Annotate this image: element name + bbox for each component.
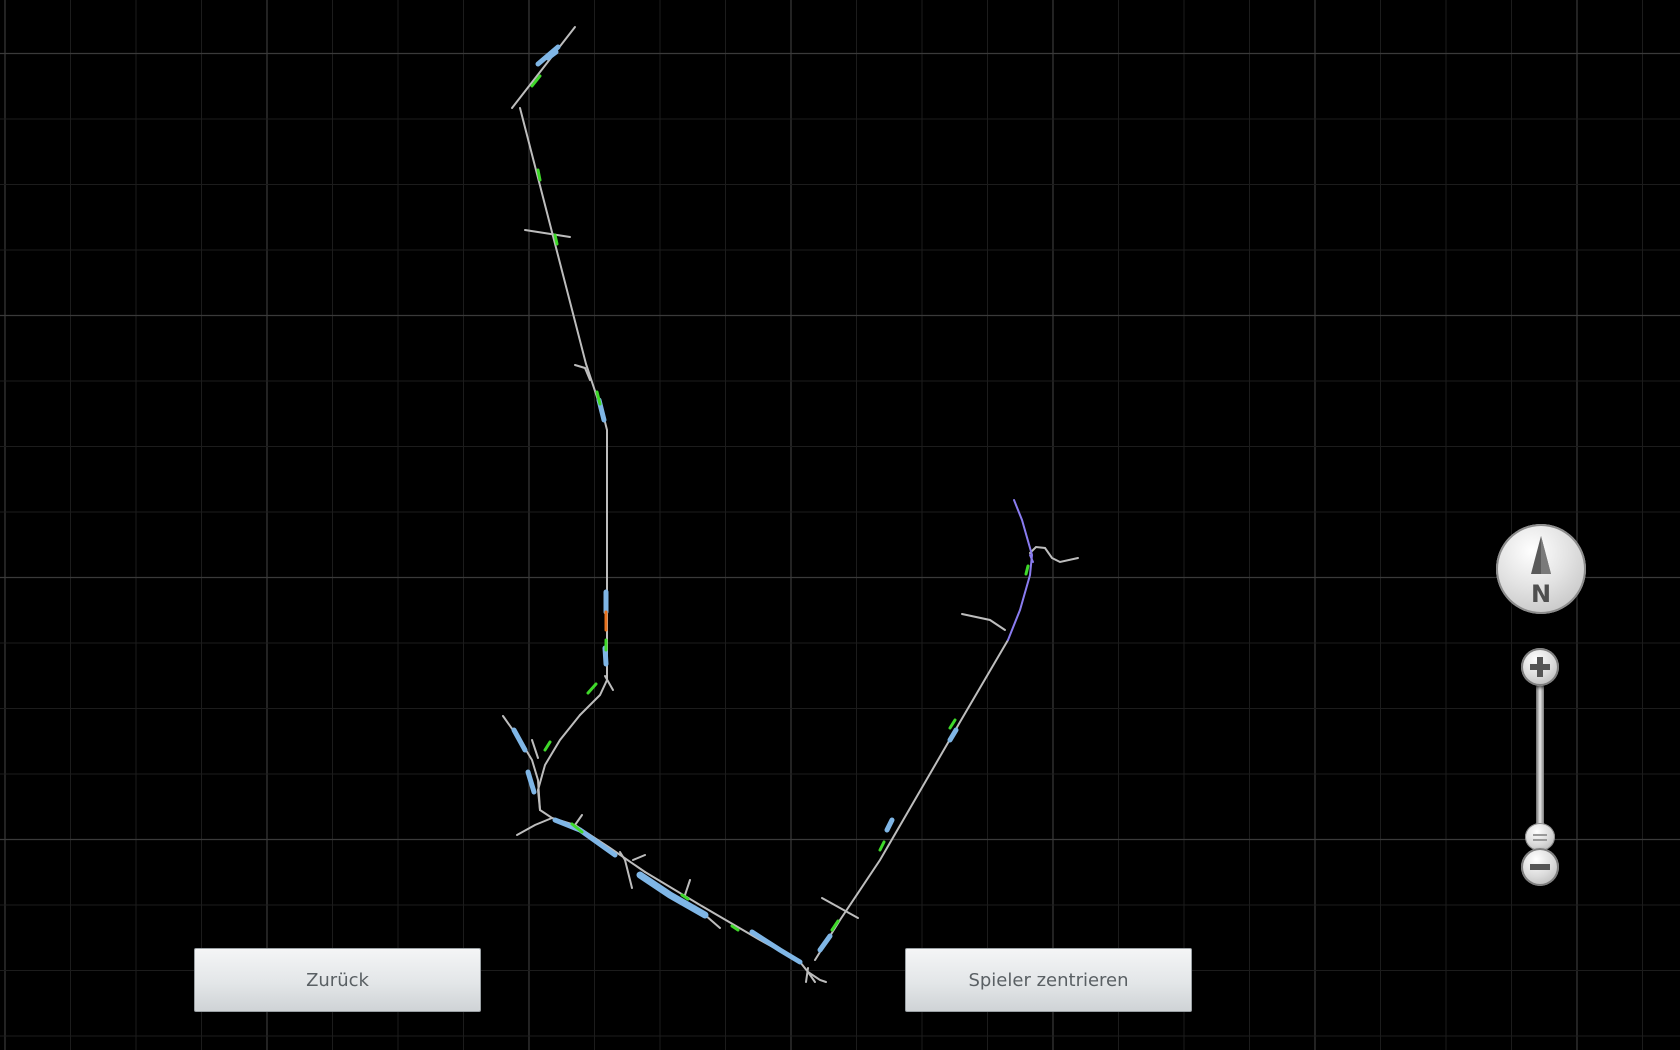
signal-green <box>878 840 886 852</box>
signal-green <box>948 718 957 730</box>
north-arrow-icon: N <box>1531 536 1551 608</box>
track-segment <box>519 107 608 716</box>
track-segment <box>619 851 633 889</box>
signal-green <box>536 168 542 182</box>
map-grid <box>0 0 1680 1050</box>
track-segment <box>502 715 541 811</box>
station-marker <box>552 817 618 858</box>
station-marker <box>947 727 959 743</box>
back-button[interactable]: Zurück <box>194 948 481 1012</box>
track-segment <box>516 817 553 836</box>
signal-green <box>543 740 552 752</box>
station-marker <box>511 727 528 753</box>
track-segment <box>961 613 1006 631</box>
signal-green <box>553 233 559 246</box>
zoom-in-button[interactable] <box>1521 648 1559 686</box>
minus-icon <box>1530 864 1550 870</box>
station-marker <box>817 933 833 953</box>
center-player-button[interactable]: Spieler zentrieren <box>905 948 1192 1012</box>
track-segment <box>524 229 571 238</box>
signal-green <box>1024 564 1030 576</box>
track-segment <box>536 714 646 873</box>
zoom-slider-handle[interactable] <box>1525 823 1555 851</box>
station-marker <box>749 929 803 965</box>
track-segment <box>632 854 646 861</box>
track-segment <box>1029 545 1079 564</box>
track-segment <box>684 879 691 896</box>
route-map[interactable] <box>0 0 1680 1050</box>
track-segment <box>814 639 1009 961</box>
compass-label: N <box>1531 580 1551 608</box>
track-segment <box>531 739 539 759</box>
track-segment <box>574 814 583 826</box>
plus-icon <box>1530 657 1550 677</box>
station-marker <box>884 817 895 833</box>
track-segment <box>511 26 576 109</box>
zoom-out-button[interactable] <box>1521 848 1559 886</box>
station-marker <box>636 871 709 919</box>
compass-button[interactable]: N <box>1496 524 1586 614</box>
route-highlight <box>1007 499 1034 641</box>
